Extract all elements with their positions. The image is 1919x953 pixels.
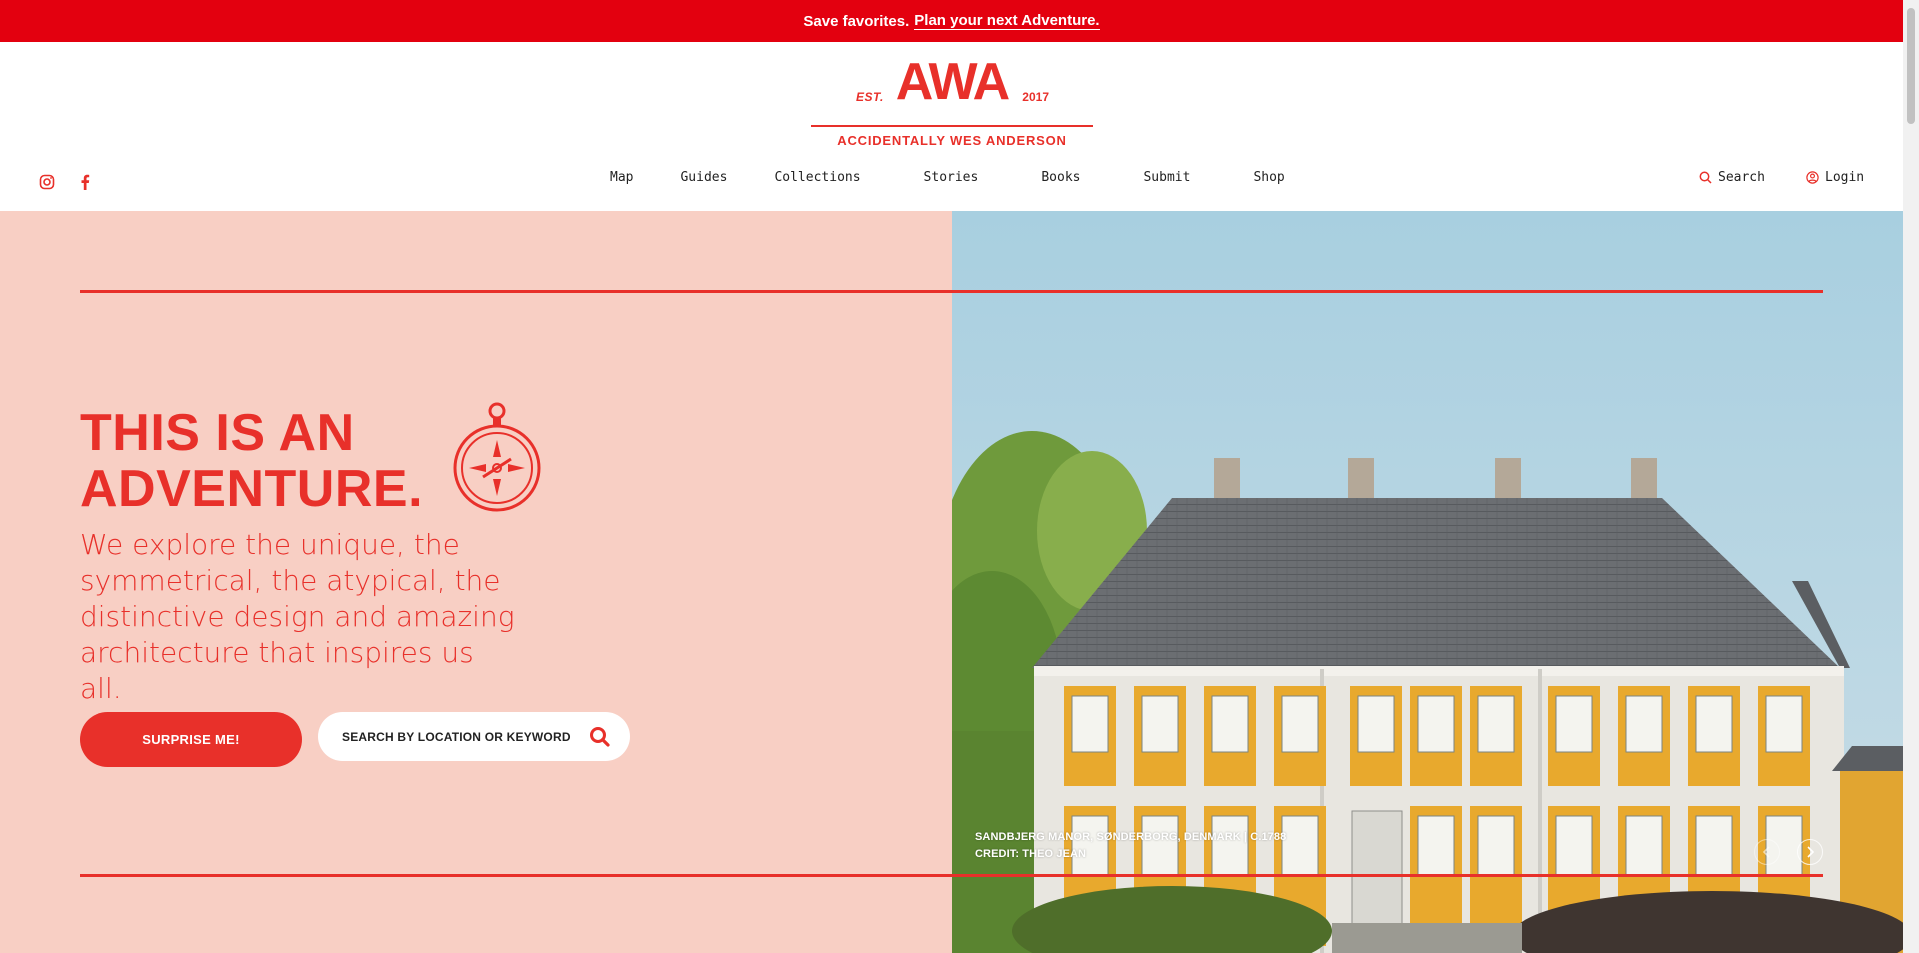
facebook-icon[interactable] xyxy=(75,172,95,192)
nav-item-books[interactable]: Books xyxy=(1041,170,1080,185)
logo-rule xyxy=(811,125,1093,127)
chevron-left-icon xyxy=(1762,846,1770,858)
hero-headline-line1: THIS IS AN xyxy=(80,404,355,462)
surprise-me-button[interactable]: SURPRISE ME! xyxy=(80,712,302,767)
login-link[interactable]: Login xyxy=(1806,170,1864,185)
hero-description: We explore the unique, the symmetrical, … xyxy=(80,528,515,705)
nav-item-stories[interactable]: Stories xyxy=(924,170,979,185)
site-logo[interactable]: EST. AWA 2017 ACCIDENTALLY WES ANDERSON xyxy=(811,53,1093,148)
logo-name: ACCIDENTALLY WES ANDERSON xyxy=(837,133,1067,148)
hero-bottom-rule xyxy=(80,874,1823,877)
hero-top-rule xyxy=(80,290,1823,293)
logo-est: EST. xyxy=(856,90,884,104)
nav-item-collections[interactable]: Collections xyxy=(774,170,860,185)
scrollbar-thumb[interactable] xyxy=(1907,8,1915,124)
compass-icon xyxy=(453,402,541,512)
nav-item-guides[interactable]: Guides xyxy=(680,170,727,185)
hero-headline: THIS IS AN ADVENTURE. xyxy=(80,405,423,517)
location-search-input[interactable]: SEARCH BY LOCATION OR KEYWORD xyxy=(318,712,630,761)
logo-year: 2017 xyxy=(1022,90,1049,104)
carousel-prev-button[interactable] xyxy=(1754,839,1780,865)
search-icon xyxy=(1699,171,1712,184)
search-link-label: Search xyxy=(1718,170,1765,185)
logo-mark: AWA xyxy=(895,53,1010,111)
nav-item-map[interactable]: Map xyxy=(610,170,633,185)
photo-caption: SANDBJERG MANOR, SØNDERBORG, DENMARK | C… xyxy=(975,829,1286,863)
promo-link[interactable]: Plan your next Adventure. xyxy=(914,12,1100,30)
search-icon[interactable] xyxy=(589,726,610,747)
main-nav: Map Guides Collections Stories Books Sub… xyxy=(610,170,1285,185)
site-header: EST. AWA 2017 ACCIDENTALLY WES ANDERSON … xyxy=(0,42,1903,211)
chevron-right-icon xyxy=(1807,846,1815,858)
location-search-placeholder: SEARCH BY LOCATION OR KEYWORD xyxy=(342,729,571,744)
page: Save favorites. Plan your next Adventure… xyxy=(0,0,1919,953)
photo-caption-credit: CREDIT: THEO JEAN xyxy=(975,848,1087,860)
nav-item-submit[interactable]: Submit xyxy=(1143,170,1190,185)
promo-banner: Save favorites. Plan your next Adventure… xyxy=(0,0,1903,42)
login-link-label: Login xyxy=(1825,170,1865,185)
photo-caption-location: SANDBJERG MANOR, SØNDERBORG, DENMARK | C… xyxy=(975,831,1287,843)
instagram-icon[interactable] xyxy=(37,172,57,192)
carousel-next-button[interactable] xyxy=(1797,839,1823,865)
page-scrollbar[interactable] xyxy=(1903,0,1919,953)
hero-headline-line2: ADVENTURE. xyxy=(80,460,424,518)
nav-item-shop[interactable]: Shop xyxy=(1253,170,1284,185)
promo-text: Save favorites. xyxy=(803,12,910,30)
user-icon xyxy=(1806,171,1819,184)
search-link[interactable]: Search xyxy=(1699,170,1765,185)
